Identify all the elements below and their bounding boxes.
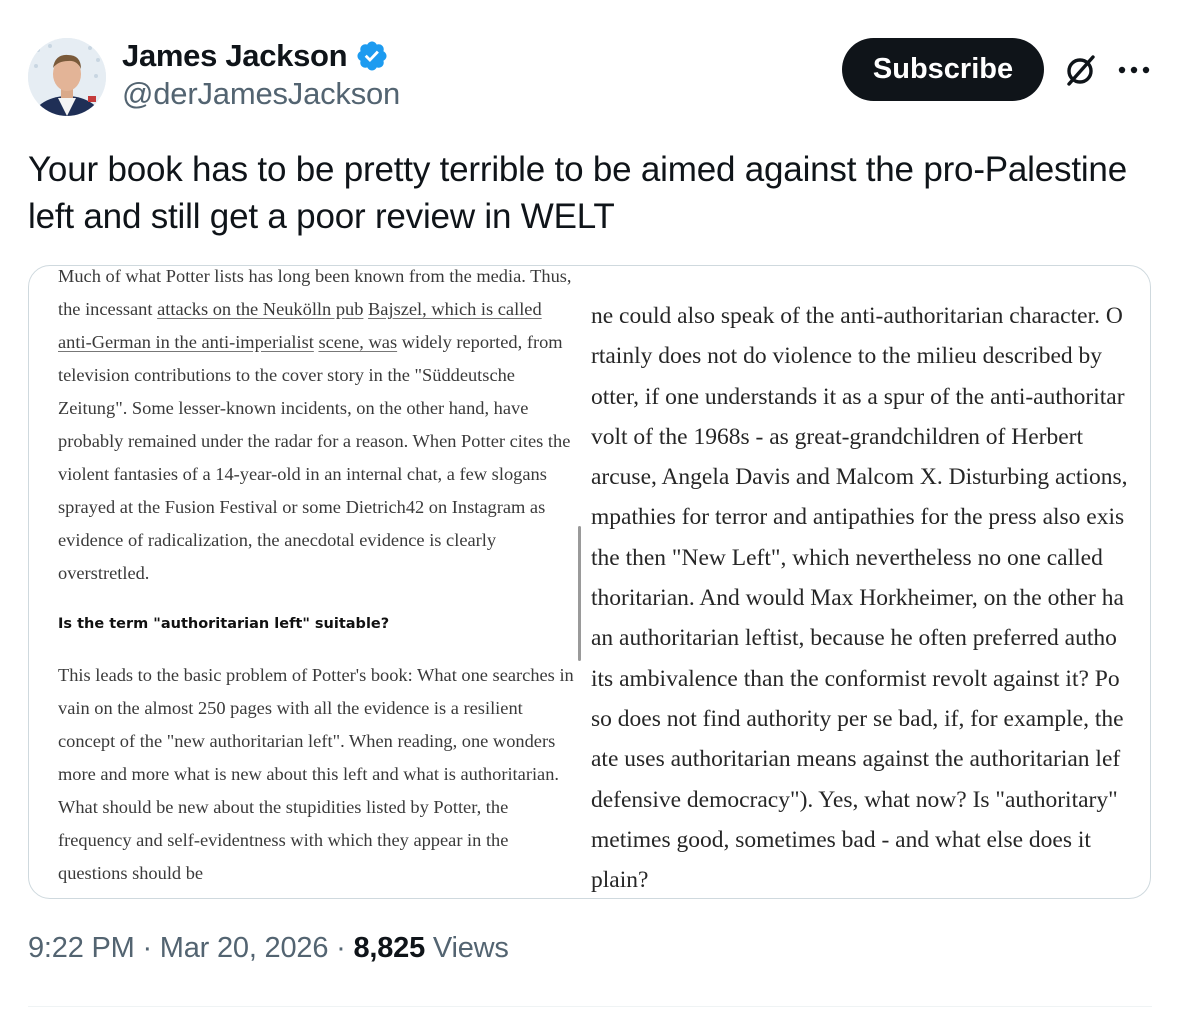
more-options-icon[interactable] [1112,50,1156,90]
article-paragraph-1: Much of what Potter lists has long been … [58,266,578,590]
article-line: ne could also speak of the anti-authorit… [591,303,1123,329]
article-text: widely reported, from television contrib… [58,332,571,583]
tweet-meta: 9:22 PM · Mar 20, 2026 · 8,825 Views [28,932,509,965]
meta-separator: · [134,932,160,964]
article-line: ate uses authoritarian means against the… [591,746,1121,773]
article-line: defensive democracy"). Yes, what now? Is… [591,786,1118,813]
column-divider [578,526,581,661]
article-line: so does not find authority per se bad, i… [591,705,1124,732]
article-line: otter, if one understands it as a spur o… [591,383,1125,410]
article-link: attacks on the Neukölln pub [157,299,364,319]
avatar-image [28,38,106,116]
article-line: thoritarian. And would Max Horkheimer, o… [591,585,1124,612]
views-label: Views [425,932,509,964]
article-left-column: Much of what Potter lists has long been … [58,266,578,890]
article-line: arcuse, Angela Davis and Malcom X. Distu… [591,464,1128,491]
tweet-text: Your book has to be pretty terrible to b… [28,150,1127,236]
article-line: plain? [591,867,649,894]
author-name[interactable]: James Jackson [122,38,348,74]
article-line: rtainly does not do violence to the mili… [591,343,1102,370]
tweet-date[interactable]: Mar 20, 2026 [160,932,329,964]
article-line: the then "New Left", which nevertheless … [591,544,1103,571]
author-handle[interactable]: @derJamesJackson [122,76,400,112]
article-right-column: ne could also speak of the anti-authorit… [591,296,1150,898]
subscribe-button[interactable]: Subscribe [842,38,1044,101]
article-link: scene, was [318,332,398,352]
author-block: James Jackson @derJamesJackson [122,38,400,112]
meta-separator: · [328,932,354,964]
author-name-row: James Jackson [122,38,400,74]
article-paragraph-2: This leads to the basic problem of Potte… [58,665,574,883]
views-count[interactable]: 8,825 [353,932,425,964]
tweet-media-image[interactable]: Much of what Potter lists has long been … [28,265,1151,899]
article-line: volt of the 1968s - as great-grandchildr… [591,423,1084,450]
avatar[interactable] [28,38,106,116]
article-line: an authoritarian leftist, because he oft… [591,625,1117,652]
article-subheading: Is the term "authoritarian left" suitabl… [58,616,390,632]
divider [28,1006,1152,1007]
article-text: Much of what Potter lists has long been … [58,266,472,286]
article-line: its ambivalence than the conformist revo… [591,665,1120,692]
article-line: metimes good, sometimes bad - and what e… [591,826,1091,853]
verified-badge-icon[interactable] [355,39,389,73]
tweet-time[interactable]: 9:22 PM [28,932,135,964]
article-line: mpathies for terror and antipathies for … [591,504,1125,531]
grok-icon[interactable] [1060,50,1100,90]
